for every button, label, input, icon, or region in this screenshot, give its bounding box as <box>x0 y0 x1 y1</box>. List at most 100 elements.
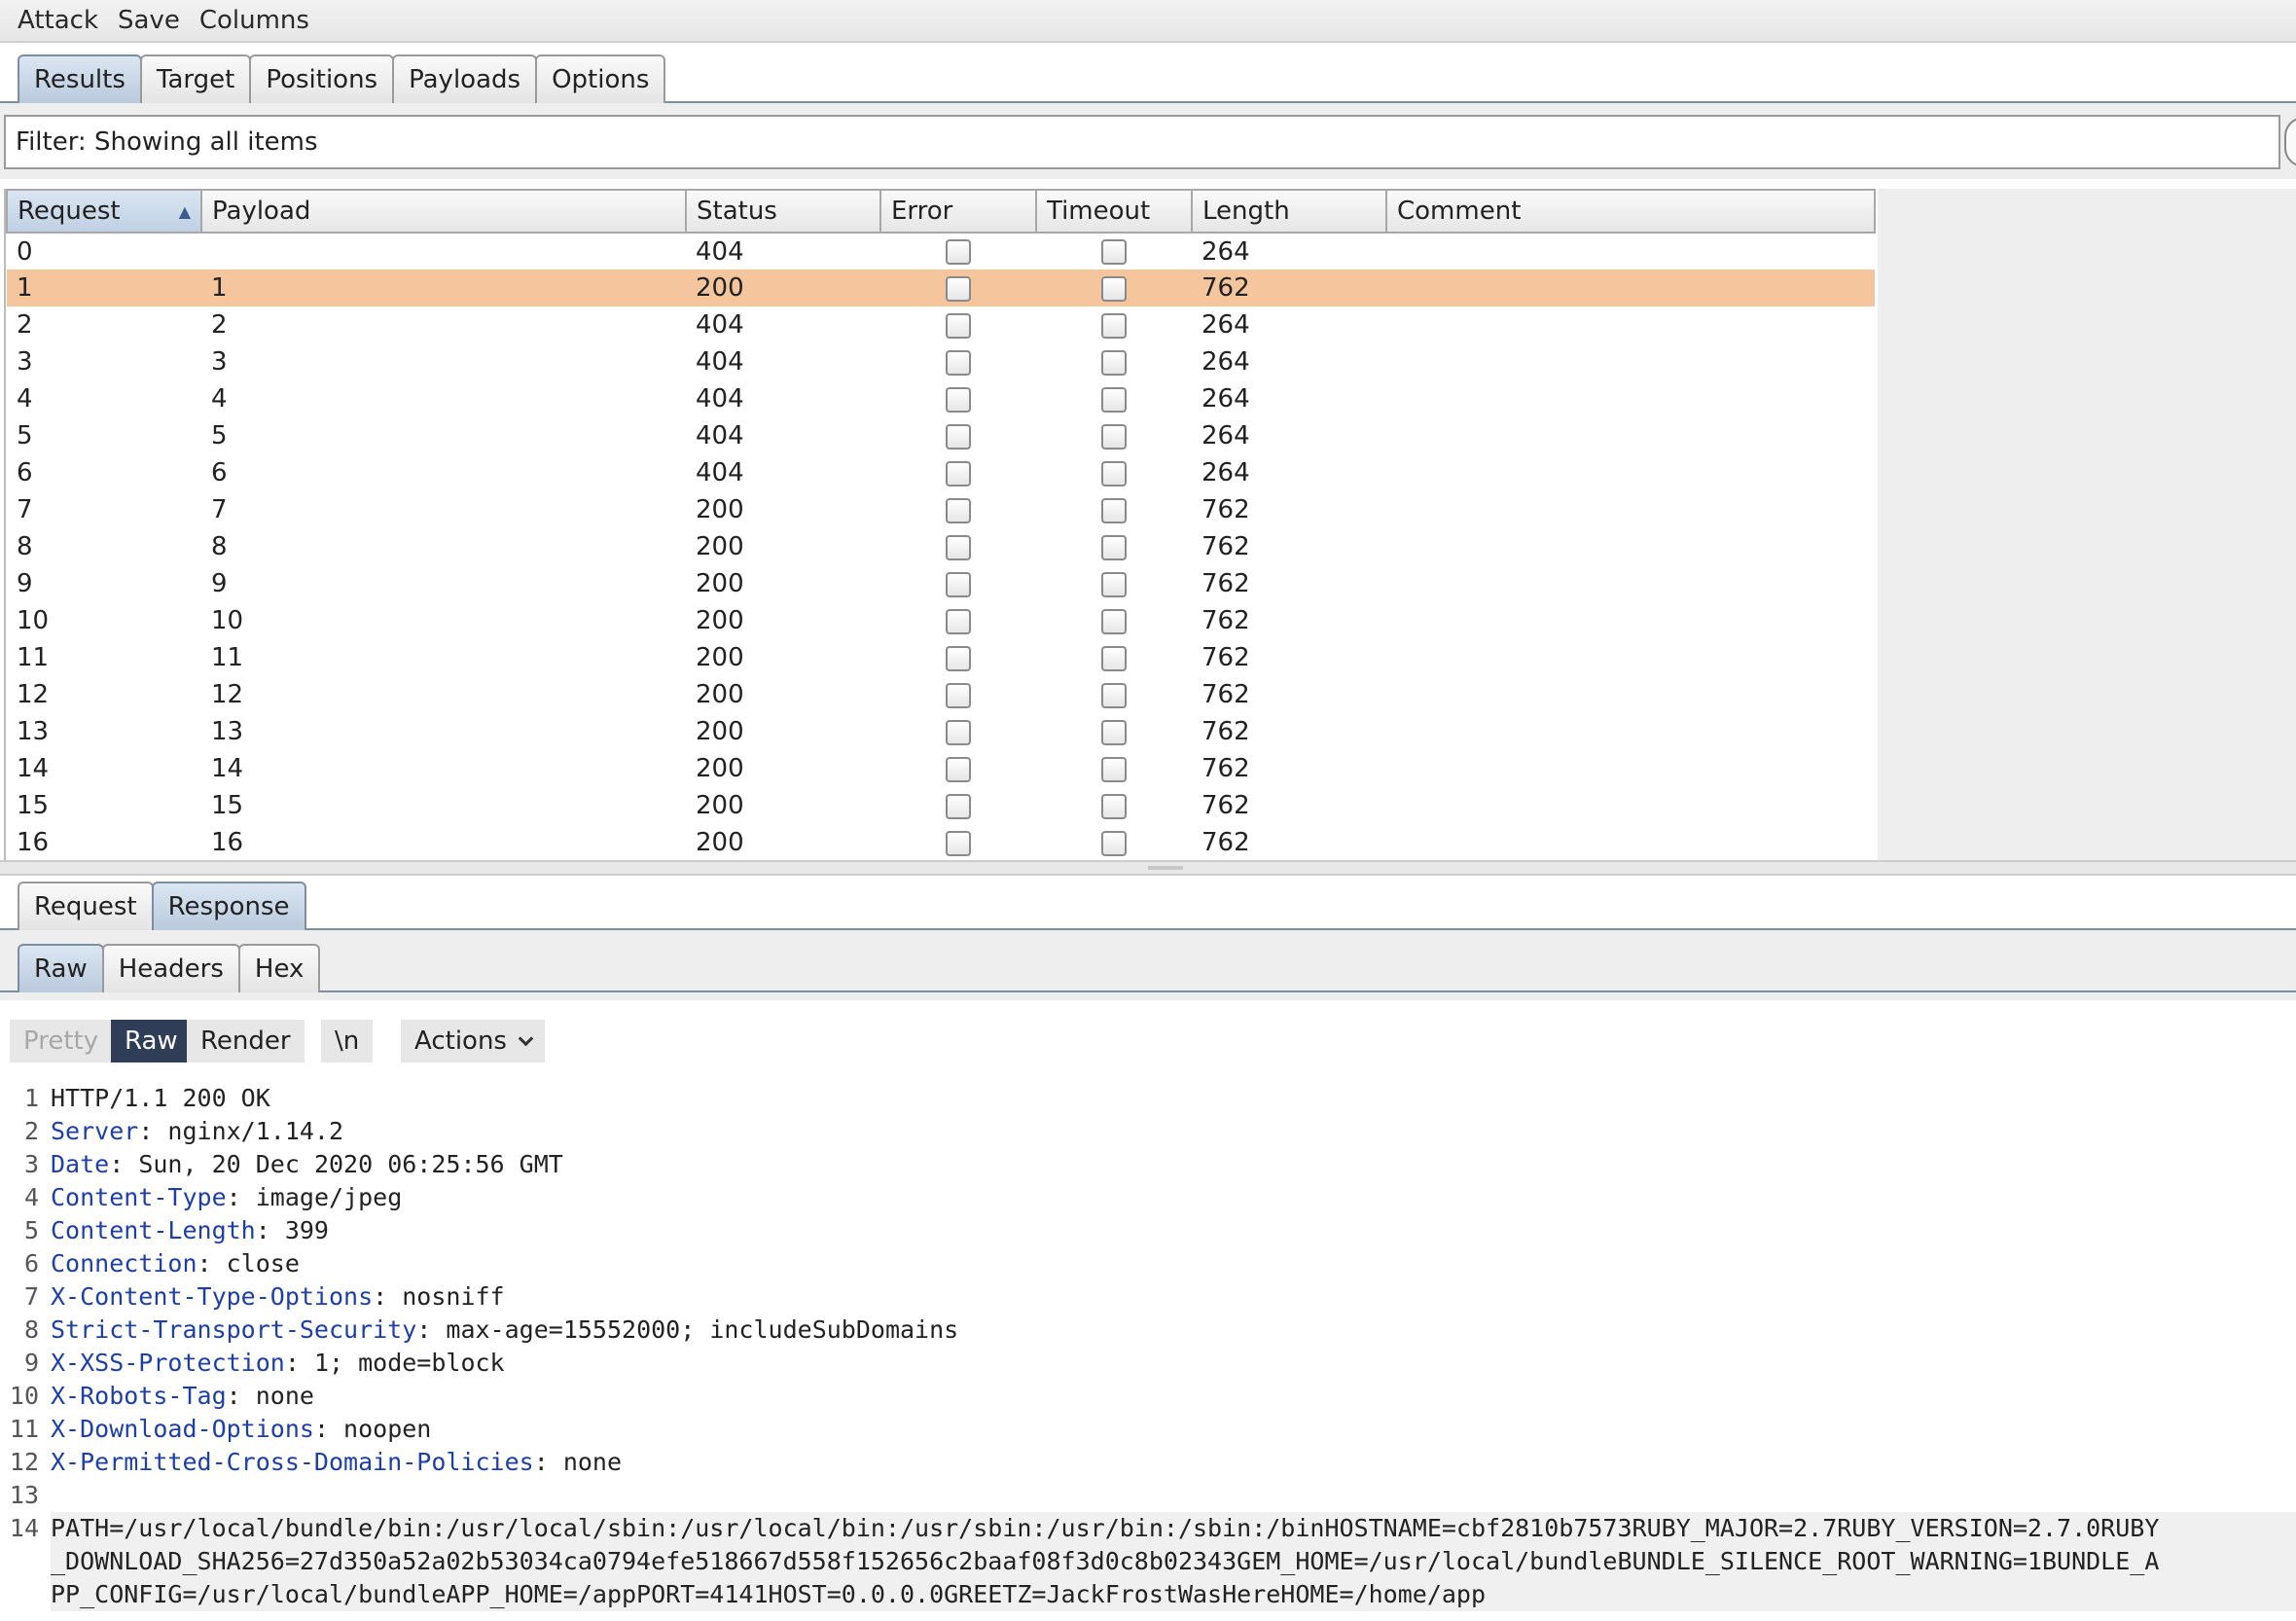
header-value: nginx/1.14.2 <box>167 1117 344 1145</box>
pane-splitter[interactable] <box>0 860 2296 876</box>
table-row[interactable]: 16 16 200 762 <box>7 824 1875 860</box>
cell-comment <box>1386 787 1875 824</box>
tab-request[interactable]: Request <box>18 882 154 930</box>
timeout-checkbox <box>1101 608 1127 634</box>
cell-length: 762 <box>1202 569 1250 598</box>
menu-attack[interactable]: Attack <box>18 6 98 35</box>
table-row[interactable]: 5 5 404 264 <box>7 417 1875 454</box>
raw-button[interactable]: Raw <box>111 1020 192 1063</box>
filter-help-button[interactable] <box>2284 117 2296 167</box>
table-row[interactable]: 1 1 200 762 <box>7 270 1875 306</box>
cell-timeout <box>1036 306 1192 343</box>
line-number: 9 <box>23 1349 39 1377</box>
results-table: Request ▲ Payload Status Error Timeout Le… <box>6 189 1876 860</box>
cell-payload: 8 <box>211 532 228 561</box>
cell-status: 200 <box>696 791 744 820</box>
cell-request: 2 <box>17 310 33 340</box>
timeout-checkbox <box>1101 719 1127 745</box>
code-line: 6 Connection: close <box>0 1247 2296 1280</box>
response-editor[interactable]: 1 HTTP/1.1 200 OK 2 Server: nginx/1.14.2 3 Da… <box>0 1082 2296 1621</box>
cell-payload: 2 <box>211 310 228 340</box>
header-name: X-Robots-Tag <box>51 1382 227 1410</box>
header-name: Server <box>51 1117 139 1145</box>
pretty-button[interactable]: Pretty <box>10 1020 113 1063</box>
table-row[interactable]: 4 4 404 264 <box>7 380 1875 417</box>
cell-request: 1 <box>7 270 201 306</box>
header-separator: : <box>138 1117 168 1145</box>
cell-comment <box>1386 343 1875 380</box>
timeout-checkbox <box>1101 682 1127 708</box>
actions-label: Actions <box>414 1027 507 1056</box>
cell-request: 5 <box>17 421 33 450</box>
table-row[interactable]: 0 404 264 <box>7 233 1875 270</box>
cell-error <box>880 639 1036 676</box>
table-row[interactable]: 9 9 200 762 <box>7 565 1875 602</box>
error-checkbox <box>946 645 971 671</box>
tab-headers[interactable]: Headers <box>101 944 240 992</box>
table-row[interactable]: 11 11 200 762 <box>7 639 1875 676</box>
column-header-error[interactable]: Error <box>879 189 1037 234</box>
column-header-length[interactable]: Length <box>1191 189 1387 234</box>
status-line: HTTP/1.1 200 OK <box>51 1084 270 1112</box>
error-checkbox <box>946 793 971 819</box>
header-value: none <box>562 1448 623 1476</box>
table-row[interactable]: 10 10 200 762 <box>7 602 1875 639</box>
response-body: PATH=/usr/local/bundle/bin:/usr/local/sb… <box>51 1512 2296 1611</box>
tab-raw[interactable]: Raw <box>18 944 104 992</box>
timeout-checkbox <box>1101 423 1127 450</box>
menu-columns[interactable]: Columns <box>199 6 309 35</box>
cell-length: 762 <box>1202 680 1250 709</box>
table-row[interactable]: 15 15 200 762 <box>7 787 1875 824</box>
header-line: X-Permitted-Cross-Domain-Policies: none <box>51 1446 622 1479</box>
cell-comment <box>1386 676 1875 713</box>
cell-request: 15 <box>17 791 50 820</box>
header-name: X-Permitted-Cross-Domain-Policies <box>51 1448 534 1476</box>
cell-timeout <box>1036 787 1192 824</box>
error-checkbox <box>946 682 971 708</box>
table-row[interactable]: 6 6 404 264 <box>7 454 1875 491</box>
cell-length: 762 <box>1202 791 1250 820</box>
code-line: 3 Date: Sun, 20 Dec 2020 06:25:56 GMT <box>0 1148 2296 1181</box>
actions-button[interactable]: Actions <box>401 1020 545 1063</box>
cell-comment <box>1386 824 1875 860</box>
menu-save[interactable]: Save <box>118 6 180 35</box>
table-row[interactable]: 2 2 404 264 <box>7 306 1875 343</box>
tab-payloads[interactable]: Payloads <box>392 54 538 103</box>
line-number: 11 <box>9 1415 39 1443</box>
column-header-timeout[interactable]: Timeout <box>1035 189 1193 234</box>
table-row[interactable]: 13 13 200 762 <box>7 713 1875 750</box>
newline-toggle-button[interactable]: \n <box>321 1020 374 1063</box>
column-header-request[interactable]: Request ▲ <box>6 189 202 234</box>
header-line: Strict-Transport-Security: max-age=15552… <box>51 1314 958 1347</box>
table-row[interactable]: 3 3 404 264 <box>7 343 1875 380</box>
cell-status: 200 <box>696 828 744 857</box>
cell-timeout <box>1036 528 1192 565</box>
cell-payload: 15 <box>211 791 244 820</box>
render-button[interactable]: Render <box>187 1020 305 1063</box>
header-value: nosniff <box>402 1282 505 1311</box>
tab-response[interactable]: Response <box>151 882 306 930</box>
column-header-comment[interactable]: Comment <box>1385 189 1876 234</box>
tab-results[interactable]: Results <box>18 54 142 103</box>
table-row[interactable]: 14 14 200 762 <box>7 750 1875 787</box>
cell-length: 762 <box>1202 717 1250 746</box>
tab-positions[interactable]: Positions <box>249 54 395 103</box>
timeout-checkbox <box>1101 239 1127 265</box>
column-header-status[interactable]: Status <box>685 189 881 234</box>
tab-hex[interactable]: Hex <box>237 944 321 992</box>
timeout-checkbox <box>1101 312 1127 339</box>
table-row[interactable]: 8 8 200 762 <box>7 528 1875 565</box>
timeout-checkbox <box>1101 830 1127 856</box>
cell-request: 6 <box>17 458 33 487</box>
table-row[interactable]: 7 7 200 762 <box>7 491 1875 528</box>
cell-payload: 16 <box>211 828 244 857</box>
filter-bar[interactable]: Filter: Showing all items <box>4 115 2280 169</box>
tab-target[interactable]: Target <box>139 54 252 103</box>
column-header-payload[interactable]: Payload <box>200 189 687 234</box>
error-checkbox <box>946 608 971 634</box>
table-row[interactable]: 12 12 200 762 <box>7 676 1875 713</box>
tab-options[interactable]: Options <box>535 54 666 103</box>
cell-length: 264 <box>1202 236 1250 267</box>
cell-payload: 9 <box>211 569 228 598</box>
header-value: image/jpeg <box>255 1183 403 1211</box>
